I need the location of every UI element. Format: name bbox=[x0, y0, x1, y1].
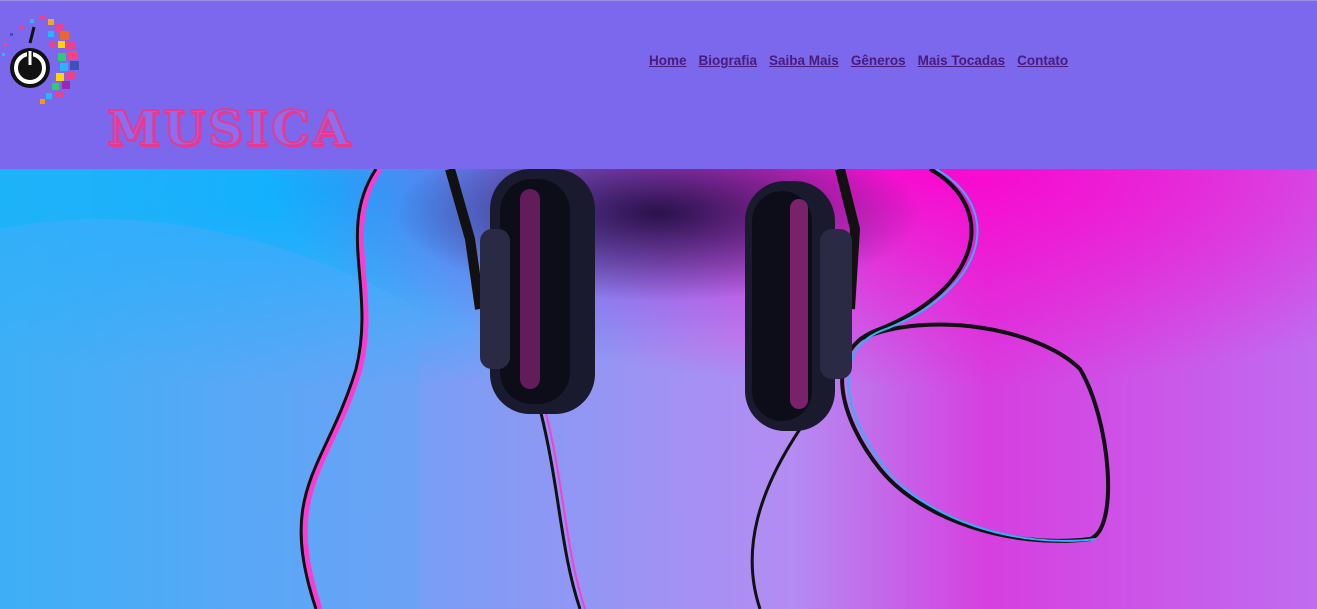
nav-item-biografia[interactable]: Biografia bbox=[699, 53, 758, 68]
nav-item-saiba-mais[interactable]: Saiba Mais bbox=[769, 53, 839, 68]
nav-item-generos[interactable]: Gêneros bbox=[851, 53, 906, 68]
nav-item-home[interactable]: Home bbox=[649, 53, 687, 68]
site-header: MUSICA Home Biografia Saiba Mais Gêneros… bbox=[0, 0, 1317, 169]
hero-image bbox=[0, 169, 1317, 609]
nav-item-contato[interactable]: Contato bbox=[1017, 53, 1068, 68]
main-nav: Home Biografia Saiba Mais Gêneros Mais T… bbox=[649, 53, 1068, 68]
brand-title: MUSICA bbox=[106, 101, 353, 157]
logo-icon[interactable] bbox=[0, 13, 82, 105]
nav-item-mais-tocadas[interactable]: Mais Tocadas bbox=[918, 53, 1006, 68]
